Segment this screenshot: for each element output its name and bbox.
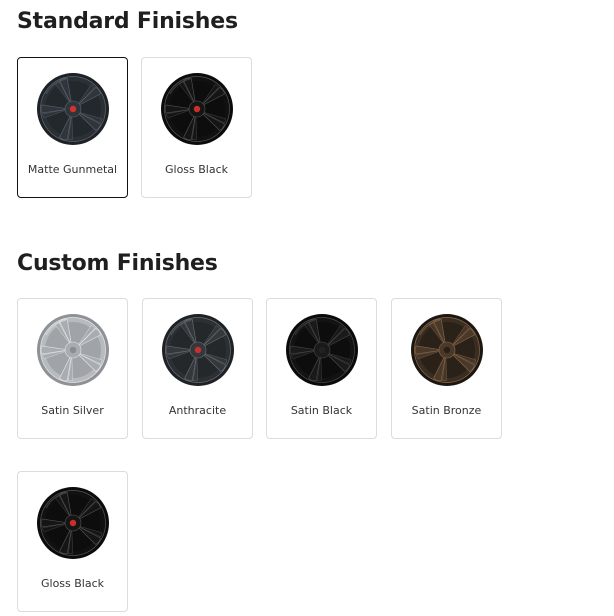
wheel-icon [161, 313, 235, 387]
finish-label: Satin Silver [41, 404, 104, 417]
finish-card-anthracite[interactable]: Anthracite [142, 298, 253, 439]
finish-card-satin-bronze[interactable]: Satin Bronze [391, 298, 502, 439]
wheel-icon [36, 313, 110, 387]
wheel-icon [285, 313, 359, 387]
finish-label: Satin Black [290, 404, 353, 417]
custom-finishes-heading: Custom Finishes [17, 251, 218, 276]
finish-label: Gloss Black [164, 163, 229, 176]
finish-card-gloss-black[interactable]: Gloss Black [17, 471, 128, 612]
finish-label: Anthracite [168, 404, 227, 417]
finish-label: Matte Gunmetal [27, 163, 118, 176]
finish-label: Gloss Black [40, 577, 105, 590]
wheel-icon [410, 313, 484, 387]
finish-card-satin-silver[interactable]: Satin Silver [17, 298, 128, 439]
finish-card-satin-black[interactable]: Satin Black [266, 298, 377, 439]
standard-finishes-heading: Standard Finishes [17, 9, 238, 34]
finish-card-matte-gunmetal[interactable]: Matte Gunmetal [17, 57, 128, 198]
wheel-icon [36, 486, 110, 560]
finish-label: Satin Bronze [411, 404, 482, 417]
wheel-icon [36, 72, 110, 146]
finish-card-gloss-black[interactable]: Gloss Black [141, 57, 252, 198]
wheel-icon [160, 72, 234, 146]
